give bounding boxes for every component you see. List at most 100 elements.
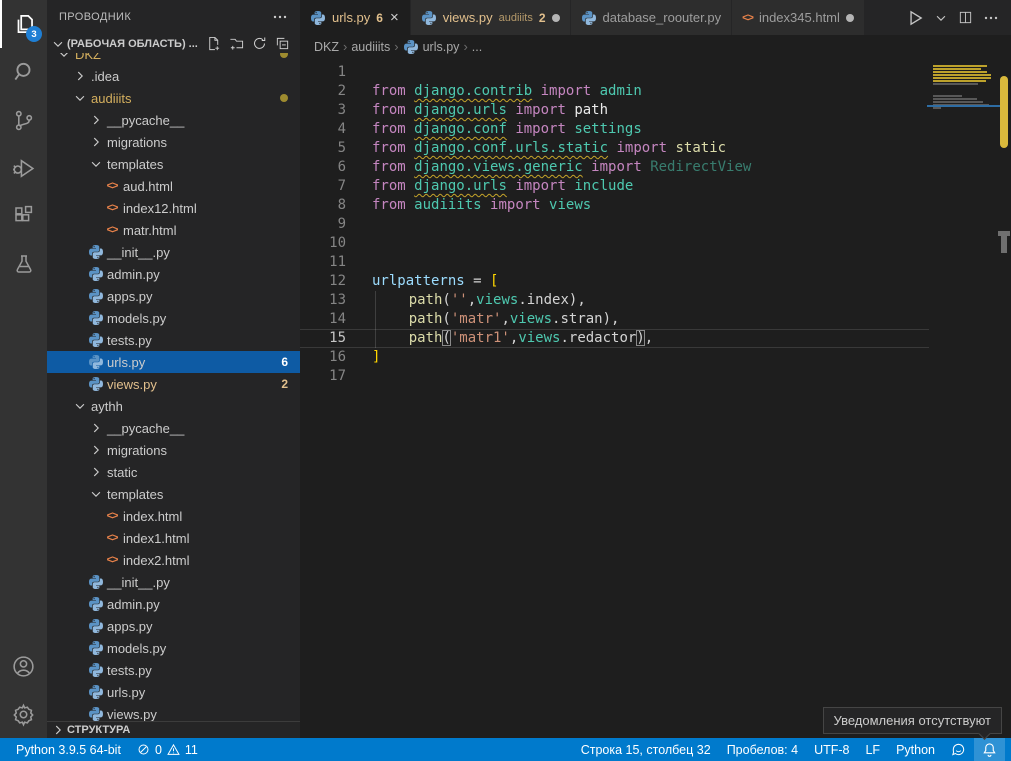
split-editor-button[interactable] xyxy=(958,10,973,25)
outline-section-header[interactable]: СТРУКТУРА xyxy=(47,721,300,738)
tree-item[interactable]: apps.py xyxy=(47,615,300,637)
tree-item[interactable]: models.py xyxy=(47,637,300,659)
line-content: path('',views.index), xyxy=(346,291,586,310)
editor-area: urls.py6×views.pyaudiiits2database_roout… xyxy=(300,0,1011,738)
tree-item[interactable]: apps.py xyxy=(47,285,300,307)
encoding-status[interactable]: UTF-8 xyxy=(806,738,857,761)
python-icon xyxy=(310,10,326,26)
tab-index345.html[interactable]: <>index345.html xyxy=(732,0,865,35)
line-number: 10 xyxy=(300,234,346,253)
eol-status[interactable]: LF xyxy=(857,738,888,761)
python-icon xyxy=(87,288,105,304)
tree-item[interactable]: audiiits xyxy=(47,87,300,109)
scrollbar-marker xyxy=(1001,236,1007,253)
breadcrumb-item[interactable]: audiiits xyxy=(351,40,390,54)
line-number: 9 xyxy=(300,215,346,234)
tab-label: database_roouter.py xyxy=(603,10,722,25)
indentation-status[interactable]: Пробелов: 4 xyxy=(719,738,806,761)
minimap[interactable] xyxy=(933,62,995,134)
views-more-actions-icon[interactable] xyxy=(272,9,288,25)
tab-description: audiiits xyxy=(499,12,533,24)
code-line: 2from django.contrib import admin xyxy=(300,82,1011,101)
encoding-label: UTF-8 xyxy=(814,743,849,757)
line-content: urlpatterns = [ xyxy=(346,272,498,291)
activity-item-run-debug[interactable] xyxy=(0,144,47,192)
notifications-bell[interactable] xyxy=(974,738,1005,761)
tab-views.py[interactable]: views.pyaudiiits2 xyxy=(411,0,571,35)
tree-item[interactable]: aythh xyxy=(47,395,300,417)
run-button[interactable] xyxy=(906,9,924,27)
tree-item[interactable]: tests.py xyxy=(47,659,300,681)
tree-item[interactable]: admin.py xyxy=(47,263,300,285)
tree-item[interactable]: <>index1.html xyxy=(47,527,300,549)
feedback-status[interactable] xyxy=(943,738,974,761)
overview-ruler[interactable] xyxy=(997,58,1011,738)
tab-label: urls.py xyxy=(332,10,370,25)
line-content xyxy=(346,367,372,386)
run-dropdown-button[interactable] xyxy=(934,11,948,25)
activity-item-settings[interactable] xyxy=(0,690,47,738)
code-line: 12urlpatterns = [ xyxy=(300,272,1011,291)
tree-item[interactable]: templates xyxy=(47,153,300,175)
tab-label: index345.html xyxy=(759,10,840,25)
tree-item[interactable]: views.py2 xyxy=(47,373,300,395)
close-icon[interactable]: × xyxy=(389,9,400,26)
tree-item[interactable]: views.py xyxy=(47,703,300,721)
tree-item[interactable]: migrations xyxy=(47,131,300,153)
new-folder-icon[interactable] xyxy=(229,36,244,51)
line-number: 12 xyxy=(300,272,346,291)
tree-item[interactable]: __pycache__ xyxy=(47,417,300,439)
tree-item[interactable]: admin.py xyxy=(47,593,300,615)
tree-item[interactable]: __init__.py xyxy=(47,571,300,593)
tree-item[interactable]: __init__.py xyxy=(47,241,300,263)
problem-count-badge: 2 xyxy=(281,377,288,391)
tree-item[interactable]: static xyxy=(47,461,300,483)
line-number: 5 xyxy=(300,139,346,158)
file-tree: DKZ.ideaaudiiits__pycache__migrationstem… xyxy=(47,53,300,721)
breadcrumb-label: urls.py xyxy=(423,40,460,54)
tree-item[interactable]: __pycache__ xyxy=(47,109,300,131)
refresh-icon[interactable] xyxy=(252,36,267,51)
tree-item[interactable]: models.py xyxy=(47,307,300,329)
activity-item-source-control[interactable] xyxy=(0,96,47,144)
python-interpreter-status[interactable]: Python 3.9.5 64-bit xyxy=(8,738,129,761)
breadcrumb-item[interactable]: urls.py xyxy=(403,39,460,55)
language-mode-status[interactable]: Python xyxy=(888,738,943,761)
tab-urls.py[interactable]: urls.py6× xyxy=(300,0,411,35)
code-line: 6from django.views.generic import Redire… xyxy=(300,158,1011,177)
activity-item-account[interactable] xyxy=(0,642,47,690)
tree-item[interactable]: <>index2.html xyxy=(47,549,300,571)
chevron-right-icon xyxy=(87,113,105,127)
new-file-icon[interactable] xyxy=(206,36,221,51)
minimap-line xyxy=(933,95,962,97)
tree-item[interactable]: migrations xyxy=(47,439,300,461)
problems-status[interactable]: 011 xyxy=(129,738,206,761)
activity-item-search[interactable] xyxy=(0,48,47,96)
tree-item[interactable]: urls.py xyxy=(47,681,300,703)
tree-item[interactable]: <>index.html xyxy=(47,505,300,527)
tree-item[interactable]: <>aud.html xyxy=(47,175,300,197)
tree-item[interactable]: urls.py6 xyxy=(47,351,300,373)
activity-item-testing[interactable] xyxy=(0,240,47,288)
line-content: ] xyxy=(346,348,380,367)
tree-item[interactable]: <>matr.html xyxy=(47,219,300,241)
tree-item[interactable]: templates xyxy=(47,483,300,505)
breadcrumb-item[interactable]: DKZ xyxy=(314,40,339,54)
tree-item-label: audiiits xyxy=(89,91,131,106)
code-editor[interactable]: 12from django.contrib import admin3from … xyxy=(300,58,1011,738)
tree-item[interactable]: DKZ xyxy=(47,53,300,65)
code-line: 10 xyxy=(300,234,1011,253)
collapse-all-icon[interactable] xyxy=(275,36,290,51)
activity-item-extensions[interactable] xyxy=(0,192,47,240)
tree-item[interactable]: tests.py xyxy=(47,329,300,351)
workspace-section-header[interactable]: (РАБОЧАЯ ОБЛАСТЬ) ... xyxy=(47,34,300,53)
tab-label: views.py xyxy=(443,10,493,25)
breadcrumb-item[interactable]: ... xyxy=(472,40,482,54)
cursor-position-status[interactable]: Строка 15, столбец 32 xyxy=(573,738,719,761)
tree-item[interactable]: .idea xyxy=(47,65,300,87)
tree-item[interactable]: <>index12.html xyxy=(47,197,300,219)
tab-bar: urls.py6×views.pyaudiiits2database_roout… xyxy=(300,0,1011,35)
more-actions-button[interactable] xyxy=(983,10,999,26)
activity-item-explorer[interactable]: 3 xyxy=(0,0,47,48)
tab-database_roouter.py[interactable]: database_roouter.py xyxy=(571,0,733,35)
